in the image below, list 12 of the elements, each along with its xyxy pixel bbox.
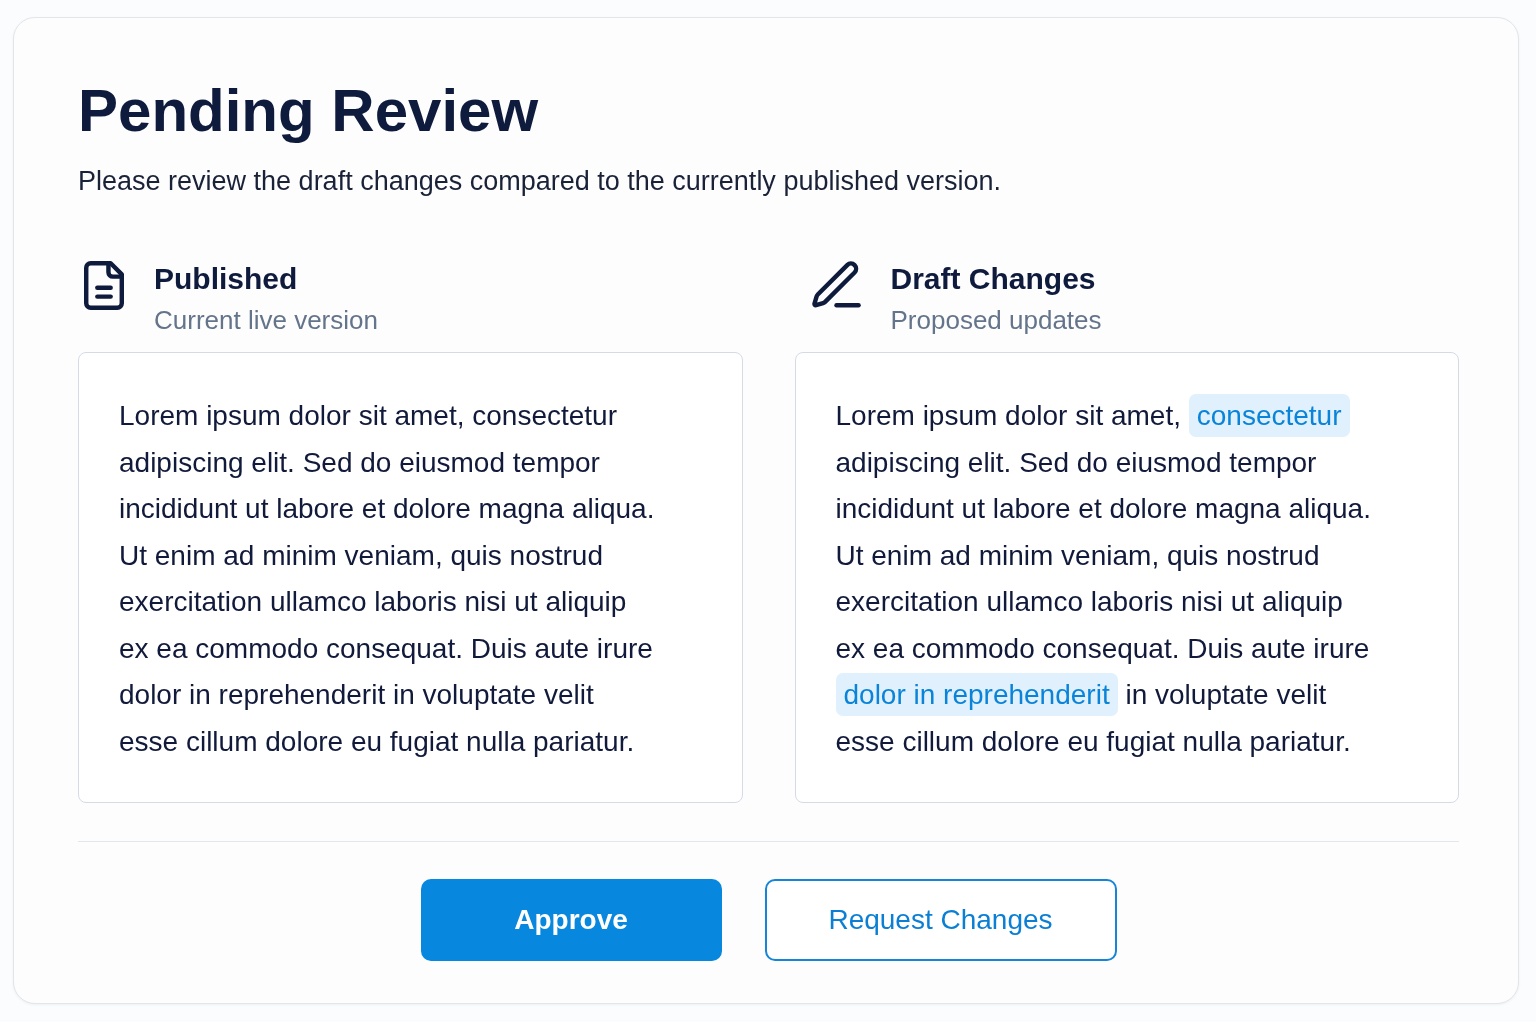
content-paragraph: Lorem ipsum dolor sit amet, consectetur adipiscing elit. Sed do eiusmod tempor incididunt ut labore et dolore magna aliqua. Ut enim ad minim veniam, quis nostrud exercitation ullamco laboris nisi ut aliquip ex ea commodo consequat. Duis aute irure dolor in reprehenderit in voluptate velit esse cillum dolore eu fugiat nulla pariatur. — [835, 393, 1418, 765]
section-heading: Published — [154, 261, 299, 297]
section-subheading: Proposed updates — [890, 304, 1102, 336]
page-description: Please review the draft changes compared to the currently published version. — [78, 165, 1002, 198]
page-title: Pending Review — [78, 76, 540, 146]
pencil-icon — [811, 261, 861, 309]
content-paragraph: Lorem ipsum dolor sit amet, consectetur adipiscing elit. Sed do eiusmod tempor incididunt ut labore et dolore magna aliqua. Ut enim ad minim veniam, quis nostrud exercitation ullamco laboris nisi ut aliquip ex ea commodo consequat. Duis aute irure dolor in reprehenderit in voluptate velit esse cillum dolore eu fugiat nulla pariatur. — [119, 399, 656, 759]
section-subheading: Current live version — [154, 304, 378, 336]
approve-button[interactable]: Approve — [420, 879, 722, 961]
document-icon — [84, 261, 124, 310]
section-heading: Draft Changes — [890, 261, 1097, 297]
request-changes-button[interactable]: Request Changes — [764, 879, 1117, 961]
